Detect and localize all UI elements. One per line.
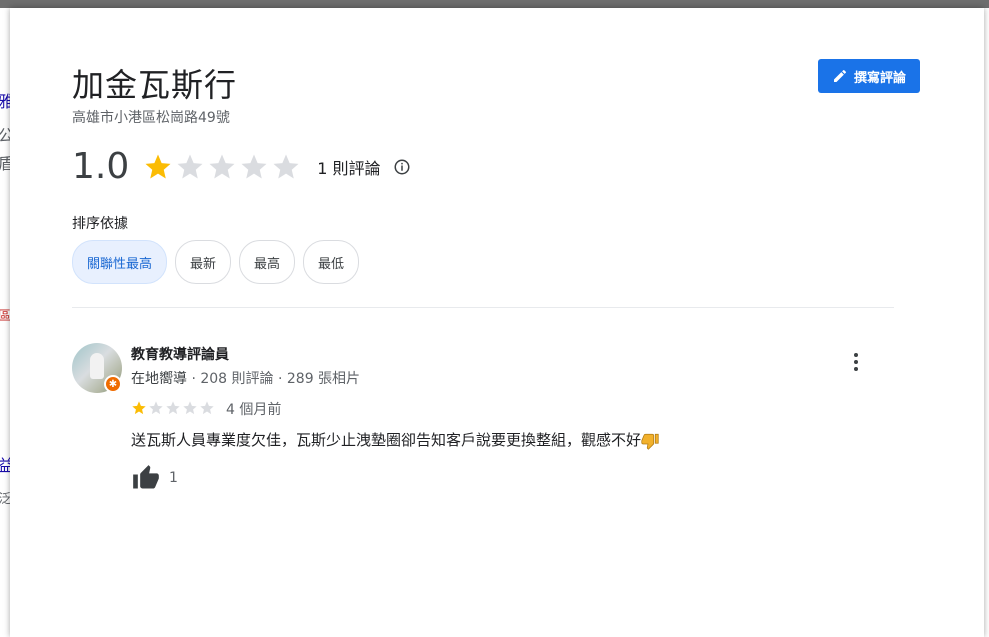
local-guide-badge-icon: ✱ [104, 375, 122, 393]
avatar-photo [90, 353, 104, 379]
star-empty-icon [183, 401, 197, 415]
place-address: 高雄市小港區松崗路49號 [72, 110, 230, 126]
reviews-dialog: 加金瓦斯行 高雄市小港區松崗路49號 撰寫評論 1.0 1 則評論 排序依據 關… [10, 8, 984, 637]
star-empty-icon [200, 401, 214, 415]
like-button[interactable]: 1 [131, 464, 178, 492]
review-count: 1 則評論 [317, 158, 381, 178]
info-icon[interactable] [393, 158, 411, 176]
star-empty-icon [241, 154, 267, 178]
reviewer-photo-count: 289 張相片 [286, 371, 361, 387]
reviewer-meta: 在地嚮導 · 208 則評論 · 289 張相片 [131, 368, 360, 388]
review-stars [131, 400, 215, 416]
top-overlay-bar [0, 0, 989, 8]
write-review-label: 撰寫評論 [853, 70, 906, 86]
reviewer-name[interactable]: 教育教導評論員 [131, 344, 229, 364]
sort-chip-newest[interactable]: 最新 [175, 240, 232, 284]
star-empty-icon [209, 154, 235, 178]
star-empty-icon [166, 401, 180, 415]
sort-chip-lowest[interactable]: 最低 [303, 240, 360, 284]
more-options-icon[interactable] [846, 351, 866, 373]
local-guide-label: 在地嚮導 [131, 371, 187, 387]
star-empty-icon [273, 154, 299, 178]
rating-stars [143, 152, 301, 182]
rating-summary: 1.0 1 則評論 [72, 146, 411, 187]
pencil-icon [833, 69, 846, 82]
sort-label: 排序依據 [72, 216, 128, 232]
reviewer-review-count: 208 則評論 [200, 371, 274, 387]
divider [72, 307, 894, 308]
review-time: 4 個月前 [226, 402, 282, 418]
rating-value: 1.0 [72, 146, 130, 187]
star-filled-icon [132, 401, 146, 415]
review-text: 送瓦斯人員專業度欠佳，瓦斯少止洩墊圈卻告知客戶說要更換整組，觀感不好 [131, 429, 659, 450]
star-empty-icon [177, 154, 203, 178]
star-filled-icon [145, 154, 171, 178]
thumbs-up-icon [133, 465, 159, 489]
thumbs-down-emoji-icon [641, 433, 659, 450]
place-title: 加金瓦斯行 [72, 66, 238, 104]
sort-chips: 關聯性最高 最新 最高 最低 [72, 240, 360, 284]
sort-chip-relevance[interactable]: 關聯性最高 [72, 240, 168, 284]
sort-chip-highest[interactable]: 最高 [239, 240, 296, 284]
review-text-body: 送瓦斯人員專業度欠佳，瓦斯少止洩墊圈卻告知客戶說要更換整組，觀感不好 [131, 431, 642, 449]
write-review-button[interactable]: 撰寫評論 [818, 59, 920, 93]
like-count: 1 [169, 470, 178, 486]
reviewer-avatar[interactable]: ✱ [72, 343, 122, 393]
star-empty-icon [149, 401, 163, 415]
meta-separator: · [277, 371, 287, 387]
